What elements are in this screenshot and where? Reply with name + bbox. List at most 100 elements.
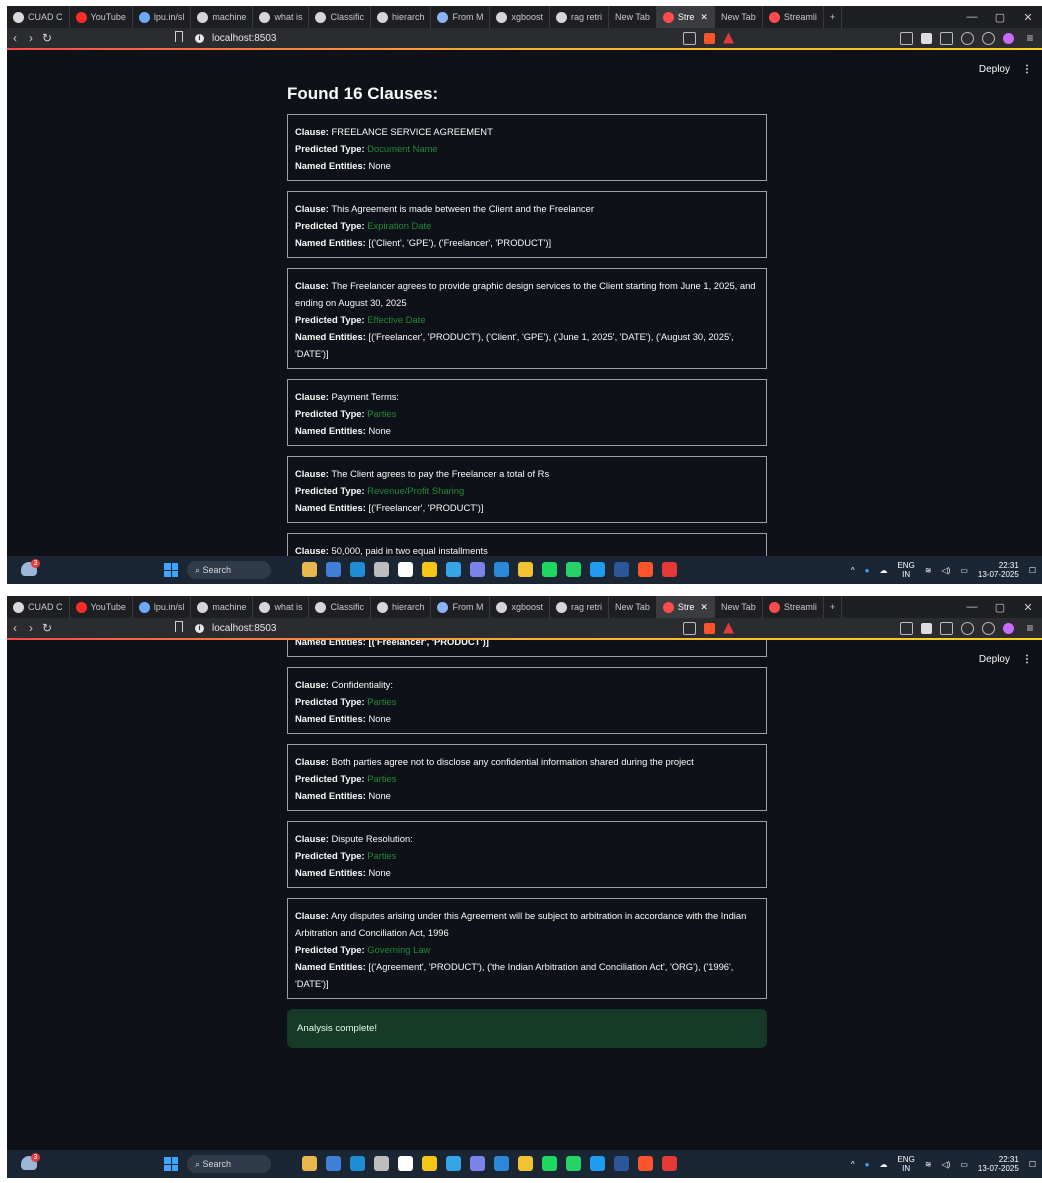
browser-tab[interactable]: machine [191,596,254,618]
taskbar-app-icon[interactable] [422,1156,437,1171]
bluetooth-icon[interactable]: ● [865,566,870,575]
tab-close-icon[interactable]: ✕ [700,12,708,23]
browser-tab[interactable]: lpu.in/sl [133,6,192,28]
taskbar-app-icon[interactable] [542,562,557,577]
taskbar-app-icon[interactable] [302,562,317,577]
browser-tab[interactable]: New Tab [715,596,763,618]
minimize-button[interactable]: — [958,11,986,23]
taskbar-app-icon[interactable] [446,562,461,577]
site-info-icon[interactable]: i [195,33,204,43]
browser-tab[interactable]: rag retri [550,6,610,28]
browser-tab[interactable]: New Tab [715,6,763,28]
vpn-icon[interactable] [982,31,995,45]
taskbar-app-icon[interactable] [350,562,365,577]
taskbar-app-icon[interactable] [590,562,605,577]
taskbar-app-icon[interactable] [446,1156,461,1171]
new-tab-button[interactable]: + [824,6,843,28]
weather-widget-icon[interactable]: 3 [21,559,40,576]
taskbar-app-icon[interactable] [614,562,629,577]
browser-tab[interactable]: YouTube [70,596,133,618]
taskbar-app-icon[interactable] [470,562,485,577]
taskbar-app-icon[interactable] [518,1156,533,1171]
browser-tab[interactable]: lpu.in/sl [133,596,192,618]
restore-button[interactable]: ▢ [986,11,1014,24]
browser-tab[interactable]: hierarch [371,596,432,618]
sidebar-icon[interactable] [921,622,932,634]
menu-icon[interactable]: ≡ [1022,621,1038,635]
bookmark-icon[interactable] [175,621,183,632]
url-field[interactable]: i localhost:8503 [195,28,277,48]
taskbar-app-icon[interactable] [638,1156,653,1171]
taskbar-app-icon[interactable] [566,1156,581,1171]
taskbar-app-icon[interactable] [494,1156,509,1171]
browser-tab[interactable]: Classific [309,596,371,618]
close-window-button[interactable]: ✕ [1014,11,1042,24]
browser-tab[interactable]: CUAD C [7,596,70,618]
browser-tab[interactable]: hierarch [371,6,432,28]
taskbar-app-icon[interactable] [662,1156,677,1171]
taskbar-app-icon[interactable] [638,562,653,577]
taskbar-app-icon[interactable] [470,1156,485,1171]
browser-tab[interactable]: New Tab [609,6,657,28]
restore-button[interactable]: ▢ [986,601,1014,614]
taskbar-app-icon[interactable] [662,562,677,577]
browser-tab[interactable]: Stre ✕ [656,596,715,618]
notifications-icon[interactable]: ☐ [1029,1160,1036,1169]
leo-icon[interactable] [1003,622,1014,634]
wifi-icon[interactable]: ≋ [925,1160,932,1169]
bookmark-icon[interactable] [175,31,183,42]
onedrive-icon[interactable]: ☁ [879,566,887,575]
leo-icon[interactable] [1003,32,1014,44]
vpn-icon[interactable] [982,621,995,635]
browser-tab[interactable]: what is [253,6,310,28]
browser-tab[interactable]: rag retri [550,596,610,618]
reader-icon[interactable] [900,31,913,45]
wifi-icon[interactable]: ≋ [925,566,932,575]
taskbar-app-icon[interactable] [326,562,341,577]
url-text[interactable]: localhost:8503 [212,33,277,44]
browser-tab[interactable]: CUAD C [7,6,70,28]
extensions-icon[interactable] [961,31,974,45]
browser-tab[interactable]: xgboost [490,6,551,28]
forward-icon[interactable]: › [23,621,39,635]
browser-tab[interactable]: Streamli [763,596,824,618]
taskbar-app-icon[interactable] [614,1156,629,1171]
taskbar-app-icon[interactable] [590,1156,605,1171]
minimize-button[interactable]: — [958,601,986,613]
taskbar-app-icon[interactable] [542,1156,557,1171]
extensions-icon[interactable] [961,621,974,635]
share-icon[interactable] [683,31,696,45]
browser-tab[interactable]: Streamli [763,6,824,28]
show-hidden-icons-icon[interactable]: ^ [851,1160,855,1169]
taskbar-app-icon[interactable] [374,562,389,577]
browser-tab[interactable]: YouTube [70,6,133,28]
reload-icon[interactable]: ↻ [39,31,55,45]
volume-icon[interactable]: ◁) [942,1160,951,1169]
brave-shield-icon[interactable] [704,32,715,44]
menu-icon[interactable]: ≡ [1022,31,1038,45]
brave-shield-icon[interactable] [704,622,715,634]
onedrive-icon[interactable]: ☁ [879,1160,887,1169]
taskbar-app-icon[interactable] [566,562,581,577]
start-icon[interactable] [164,1157,178,1171]
taskbar-search[interactable]: ⌕ Search [187,1155,271,1173]
taskbar-app-icon[interactable] [374,1156,389,1171]
close-window-button[interactable]: ✕ [1014,601,1042,614]
deploy-button[interactable]: Deploy [979,64,1010,75]
new-tab-button[interactable]: + [824,596,843,618]
browser-tab[interactable]: machine [191,6,254,28]
taskbar-app-icon[interactable] [518,562,533,577]
weather-widget-icon[interactable]: 3 [21,1153,40,1170]
taskbar-search[interactable]: ⌕ Search [187,561,271,579]
bluetooth-icon[interactable]: ● [865,1160,870,1169]
back-icon[interactable]: ‹ [7,31,23,45]
rewards-icon[interactable] [723,622,734,634]
taskbar-app-icon[interactable] [494,562,509,577]
tab-close-icon[interactable]: ✕ [700,602,708,613]
show-hidden-icons-icon[interactable]: ^ [851,566,855,575]
browser-tab[interactable]: New Tab [609,596,657,618]
tab-search-icon[interactable] [940,621,953,635]
browser-tab[interactable]: Stre ✕ [656,6,715,28]
reader-icon[interactable] [900,621,913,635]
rewards-icon[interactable] [723,32,734,44]
